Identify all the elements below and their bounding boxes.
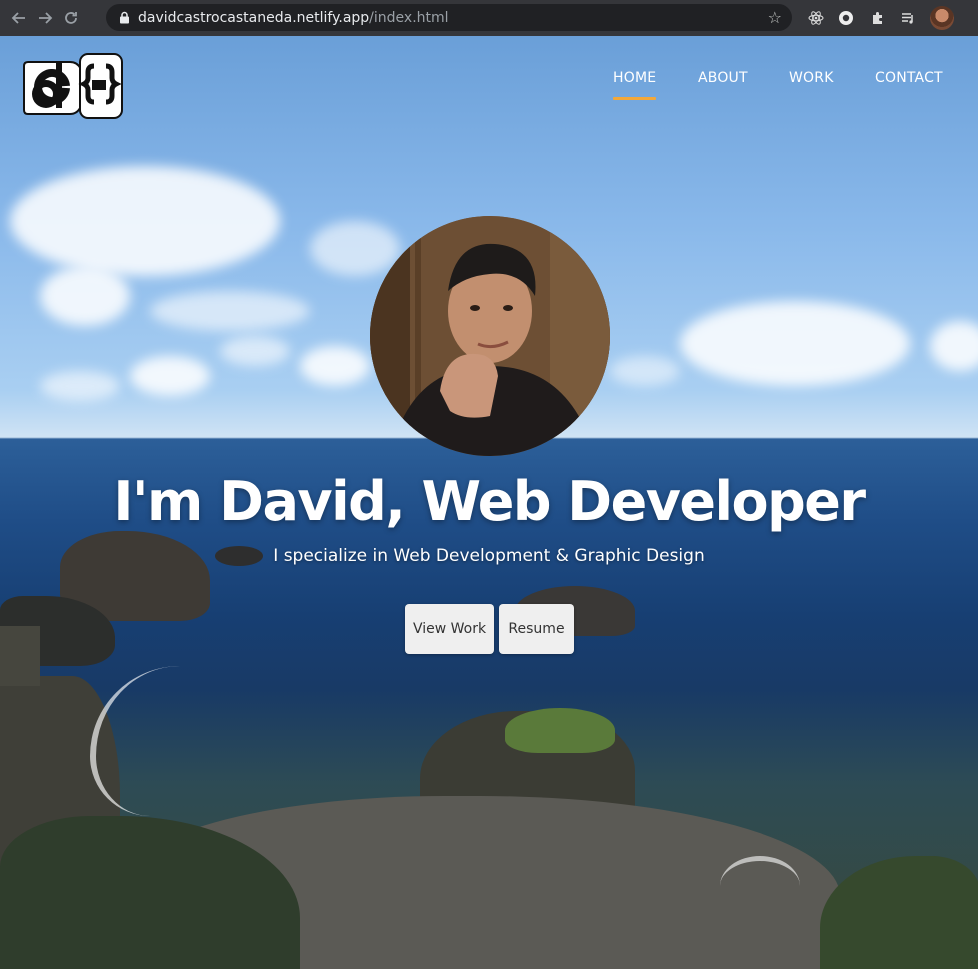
hero-title: I'm David, Web Developer (113, 470, 866, 533)
forward-arrow-icon[interactable] (32, 5, 58, 31)
nav-contact[interactable]: CONTACT (875, 70, 943, 86)
view-work-button[interactable]: View Work (405, 604, 494, 654)
profile-avatar[interactable] (930, 6, 954, 30)
address-bar[interactable]: davidcastrocastaneda.netlify.app/index.h… (106, 4, 792, 31)
main-nav: HOME ABOUT WORK CONTACT (0, 70, 978, 110)
url-host: davidcastrocastaneda.netlify.app (138, 9, 370, 26)
media-queue-icon[interactable] (898, 8, 918, 28)
puzzle-icon[interactable] (868, 8, 888, 28)
lock-icon (118, 11, 130, 25)
nav-work[interactable]: WORK (789, 70, 834, 86)
nav-home[interactable]: HOME (613, 70, 657, 100)
extension-icon[interactable] (836, 8, 856, 28)
bookmark-star-icon[interactable]: ☆ (768, 8, 782, 27)
nav-about[interactable]: ABOUT (698, 70, 748, 86)
url-path: /index.html (369, 9, 449, 26)
back-arrow-icon[interactable] (6, 5, 32, 31)
reload-icon[interactable] (58, 5, 84, 31)
browser-toolbar: davidcastrocastaneda.netlify.app/index.h… (0, 0, 978, 36)
resume-button[interactable]: Resume (499, 604, 574, 654)
hero-section: HOME ABOUT WORK CONTACT I'm David, Web D… (0, 36, 978, 969)
react-devtools-icon[interactable] (806, 8, 826, 28)
url-text: davidcastrocastaneda.netlify.app/index.h… (138, 10, 449, 26)
profile-photo (370, 216, 610, 456)
hero-subtitle: I specialize in Web Development & Graphi… (273, 546, 705, 566)
